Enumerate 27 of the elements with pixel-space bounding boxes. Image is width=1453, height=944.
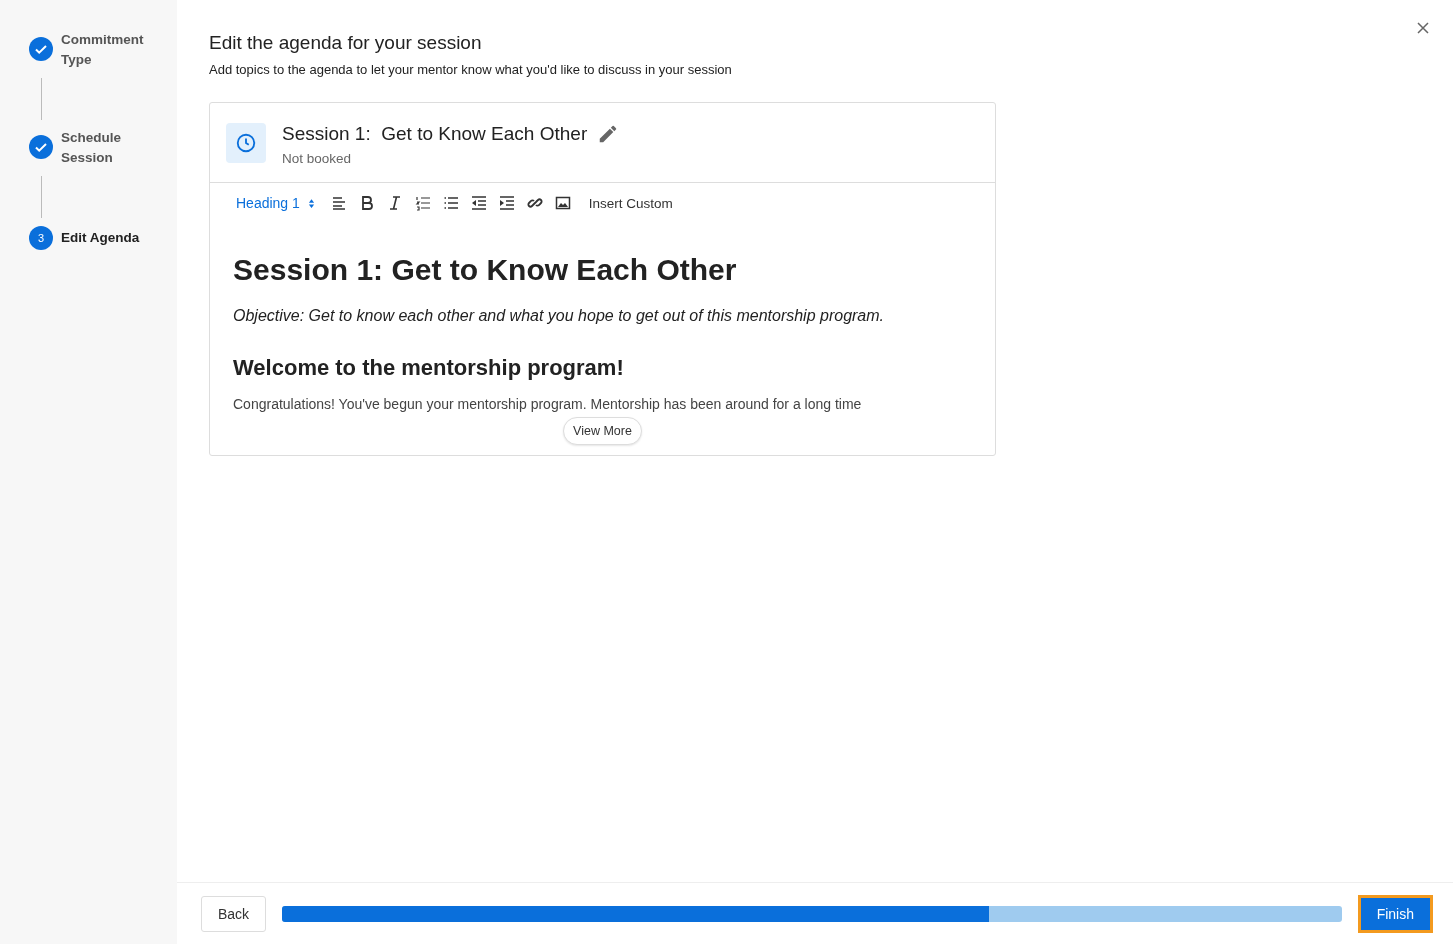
indent-icon[interactable]: [498, 195, 515, 211]
objective-text: Objective: Get to know each other and what you hope to get out of this mentorship program.: [233, 307, 886, 325]
welcome-paragraph: Congratulations! You've begun your mentorship program. Mentorship has been around for a long time: [233, 395, 863, 413]
close-icon[interactable]: [1417, 22, 1431, 36]
align-icon[interactable]: [330, 195, 347, 211]
agenda-heading: Session 1: Get to Know Each Other: [233, 253, 738, 287]
outdent-icon[interactable]: [470, 195, 487, 211]
ol-icon[interactable]: [414, 195, 431, 211]
link-icon[interactable]: [526, 195, 543, 211]
agenda-subheading: Welcome to the mentorship program!: [233, 355, 625, 381]
ul-icon[interactable]: [442, 195, 459, 211]
page-subtitle: Add topics to the agenda to let your mentor know what you'd like to discuss in your session: [209, 62, 733, 77]
clock-icon: [226, 123, 266, 163]
image-icon[interactable]: [554, 195, 571, 211]
finish-button[interactable]: Finish: [1357, 894, 1433, 933]
step-label[interactable]: Schedule Session: [61, 128, 153, 168]
view-more-button[interactable]: View More: [563, 417, 642, 445]
page-title: Edit the agenda for your session: [209, 32, 483, 54]
step-label[interactable]: Edit Agenda: [61, 228, 153, 248]
step-label[interactable]: Commitment Type: [61, 30, 153, 70]
insert-custom-button[interactable]: Insert Custom: [588, 195, 673, 211]
step-number: 3: [29, 226, 53, 250]
session-status: Not booked: [282, 151, 353, 166]
back-button[interactable]: Back: [201, 895, 267, 932]
session-title: Session 1: Get to Know Each Other: [282, 123, 588, 145]
sort-caret-icon: [307, 197, 315, 209]
heading-select[interactable]: Heading 1: [236, 195, 315, 211]
